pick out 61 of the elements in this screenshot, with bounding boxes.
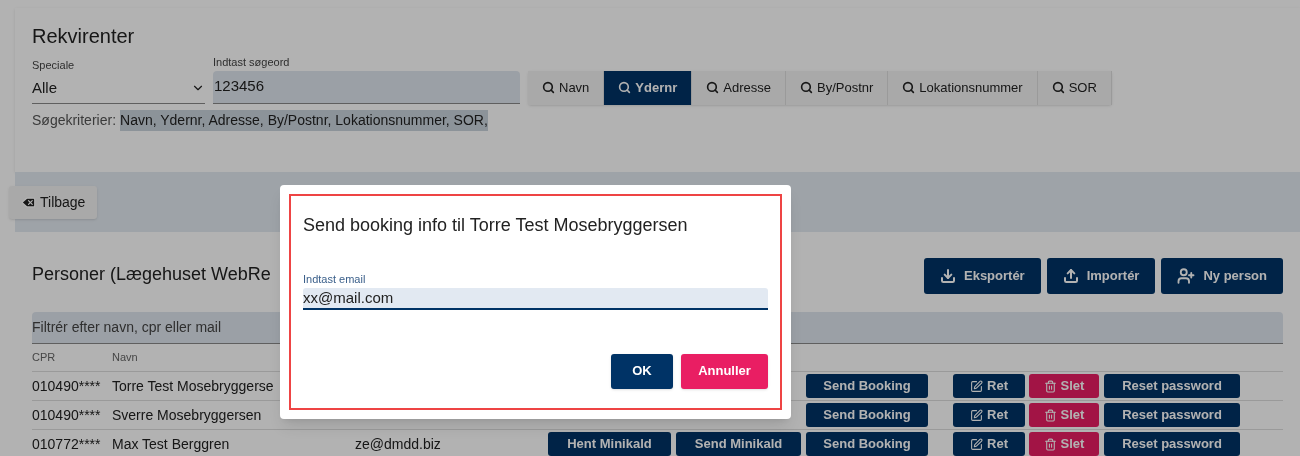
search-icon	[1051, 81, 1065, 94]
speciale-select[interactable]: Alle	[32, 73, 205, 104]
table-cell-text: Max Test Berggren	[112, 434, 231, 454]
search-icon	[542, 81, 555, 94]
row-action-button[interactable]: Send Booking	[806, 432, 928, 456]
field-label: Indtast email	[303, 272, 367, 287]
edit-icon	[970, 437, 983, 451]
dialog-title: Send booking info til Torre Test Mosebryggersen	[303, 214, 689, 237]
search-icon	[706, 81, 720, 94]
ok-button[interactable]: OK	[611, 353, 673, 389]
search-by-button[interactable]: Ydernr	[604, 70, 693, 105]
table-cell-text: 010772****	[32, 434, 102, 454]
import-button[interactable]: Importér	[1046, 258, 1156, 294]
download-icon	[940, 268, 956, 284]
search-by-button[interactable]: Lokationsnummer	[888, 70, 1038, 105]
edit-button[interactable]: Ret	[953, 403, 1025, 427]
table-cell-text: Torre Test Mosebryggerse	[112, 376, 275, 396]
search-by-button[interactable]: SOR	[1037, 70, 1112, 105]
back-button[interactable]: Tilbage	[9, 185, 98, 219]
row-action-button[interactable]: Send Booking	[806, 403, 928, 427]
search-by-button[interactable]: Navn	[528, 70, 605, 105]
add-button[interactable]: Ny person	[1161, 258, 1283, 294]
column-header: Navn	[112, 350, 138, 366]
trash-icon	[1043, 437, 1057, 451]
trash-icon	[1043, 379, 1057, 393]
row-action-button[interactable]: Reset password	[1104, 432, 1240, 456]
cancel-button[interactable]: Annuller	[681, 353, 768, 389]
row-action-button[interactable]: Reset password	[1104, 403, 1240, 427]
row-action-button[interactable]: Hent Minikald	[548, 432, 671, 456]
edit-button[interactable]: Ret	[953, 374, 1025, 398]
field-label: Speciale	[32, 58, 76, 73]
trash-icon	[1043, 408, 1057, 422]
edit-button[interactable]: Ret	[953, 432, 1025, 456]
field-label: Indtast søgeord	[213, 55, 291, 70]
edit-icon	[970, 379, 983, 393]
table-cell-text: 010490****	[32, 376, 102, 396]
criteria-text: Navn, Ydernr, Adresse, By/Postnr, Lokationsnummer, SOR,	[120, 109, 488, 131]
delete-button[interactable]: Slet	[1029, 374, 1099, 398]
table-cell-text: 010490****	[32, 405, 102, 425]
email-field[interactable]: xx@mail.com	[303, 287, 768, 310]
search-icon	[618, 81, 632, 94]
search-field[interactable]: 123456	[213, 70, 520, 104]
section-title: Personer (Lægehuset WebRe	[32, 262, 271, 286]
upload-icon	[1062, 268, 1079, 284]
row-action-button[interactable]: Reset password	[1104, 374, 1240, 398]
export-button[interactable]: Eksportér	[924, 258, 1041, 294]
row-action-button[interactable]: Send Minikald	[676, 432, 801, 456]
table-cell-text: Sverre Mosebryggersen	[112, 405, 263, 425]
search-icon	[902, 81, 916, 94]
search-by-button[interactable]: Adresse	[692, 70, 786, 105]
search-by-button[interactable]: By/Postnr	[785, 70, 889, 105]
delete-button[interactable]: Slet	[1029, 403, 1099, 427]
table-cell: ze@dmdd.biz	[355, 435, 441, 452]
search-icon	[799, 81, 813, 94]
edit-icon	[970, 408, 983, 422]
criteria-label: Søgekriterier:	[32, 110, 117, 130]
row-action-button[interactable]: Send Booking	[806, 374, 928, 398]
page-title: Rekvirenter	[32, 24, 136, 48]
delete-button[interactable]: Slet	[1029, 432, 1099, 456]
add-user-icon	[1177, 267, 1196, 285]
column-header: CPR	[32, 350, 57, 366]
